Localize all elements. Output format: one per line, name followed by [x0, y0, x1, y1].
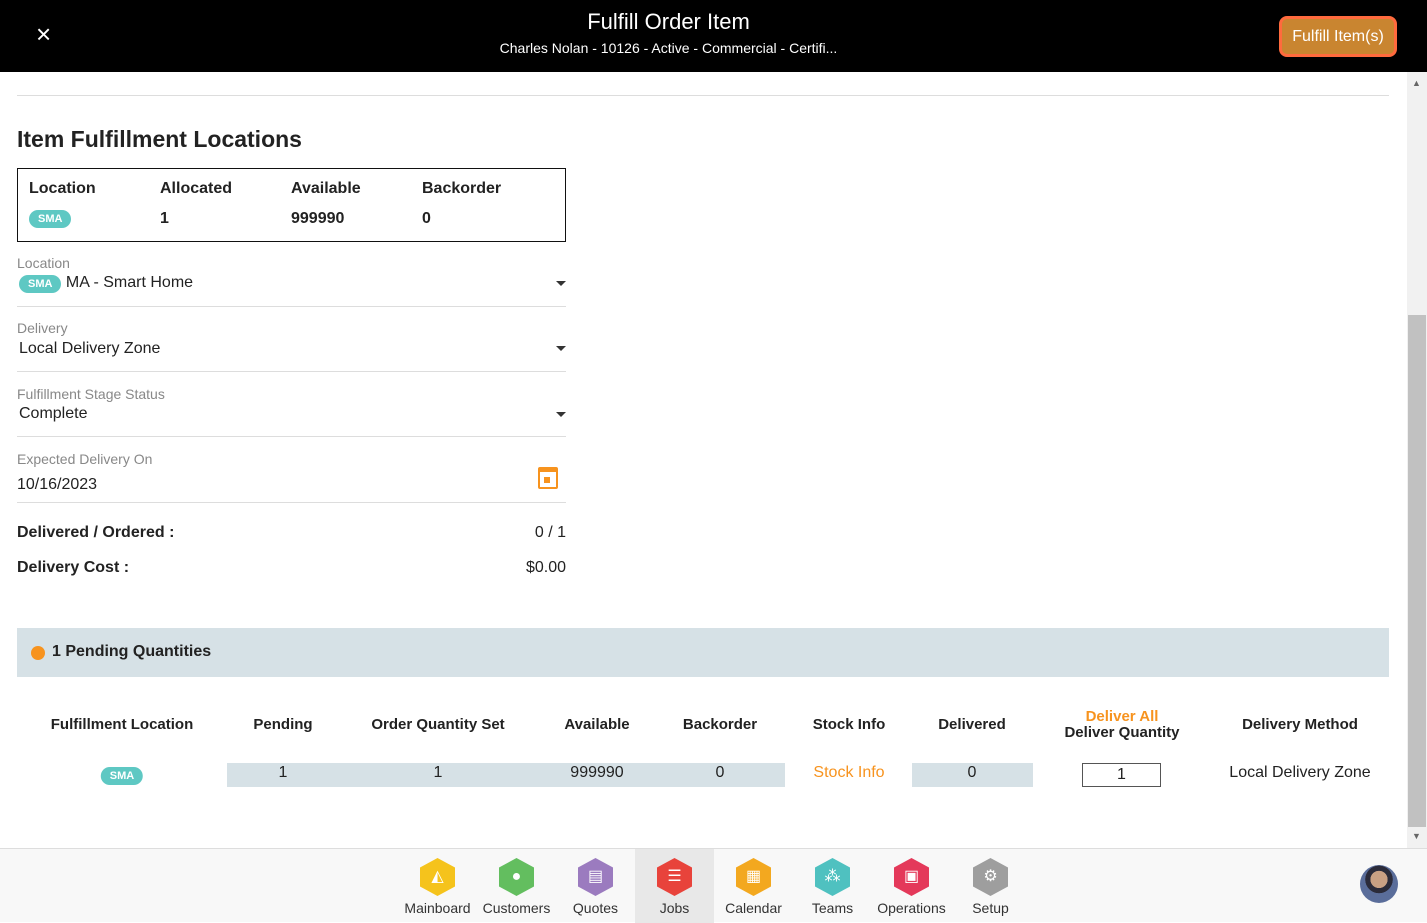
- delivered-ordered-value: 0 / 1: [534, 524, 566, 541]
- stock-info-link[interactable]: Stock Info: [813, 764, 884, 782]
- nav-jobs[interactable]: ☰ Jobs: [635, 849, 714, 923]
- stage-value: Complete: [19, 405, 88, 422]
- location-label: Location: [17, 255, 70, 271]
- expected-value: 10/16/2023: [17, 476, 98, 493]
- page-title: Fulfill Order Item: [587, 9, 750, 34]
- cell-pending: 1: [278, 764, 288, 781]
- summary-available: 999990: [291, 210, 345, 227]
- row-readonly-cells: [227, 763, 785, 787]
- nav-quotes[interactable]: ▤ Quotes: [556, 849, 635, 923]
- chevron-down-icon[interactable]: [556, 281, 566, 286]
- briefcase-icon: ▣: [894, 858, 929, 896]
- quotes-icon: ▤: [578, 858, 613, 896]
- nav-mainboard[interactable]: ◭ Mainboard: [398, 849, 477, 923]
- list-icon: ☰: [657, 858, 692, 896]
- nav-label: Jobs: [659, 900, 690, 916]
- bottom-nav: ◭ Mainboard ● Customers ▤ Quotes ☰ Jobs ▦ Cal…: [0, 848, 1427, 923]
- deliver-quantity-input[interactable]: 1: [1082, 763, 1161, 787]
- col-order-quantity-set: Order Quantity Set: [371, 716, 505, 733]
- cell-order-qty-set: 1: [433, 764, 443, 781]
- section-title: Item Fulfillment Locations: [17, 126, 302, 152]
- col-backorder: Backorder: [682, 716, 758, 733]
- location-select[interactable]: Location SMA MA - Smart Home: [17, 254, 566, 307]
- delivery-value: Local Delivery Zone: [19, 340, 161, 357]
- pending-label: 1 Pending Quantities: [52, 643, 212, 660]
- nav-label: Operations: [877, 900, 946, 916]
- chevron-down-icon[interactable]: [556, 412, 566, 417]
- col-delivery-method: Delivery Method: [1242, 716, 1358, 733]
- nav-label: Mainboard: [404, 900, 471, 916]
- pending-quantities-header: 1 Pending Quantities: [17, 628, 1389, 677]
- cell-delivered: 0: [967, 764, 977, 781]
- fulfill-items-button[interactable]: Fulfill Item(s): [1279, 16, 1397, 57]
- location-badge: SMA: [19, 275, 62, 293]
- page-subtitle: Charles Nolan - 10126 - Active - Commerc…: [499, 40, 838, 56]
- deliver-all-link[interactable]: Deliver All: [1086, 708, 1159, 725]
- location-summary: Location Allocated Available Backorder S…: [17, 168, 566, 242]
- summary-header-location: Location: [29, 180, 96, 197]
- nav-label: Teams: [811, 900, 854, 916]
- location-value: MA - Smart Home: [65, 274, 194, 291]
- summary-allocated: 1: [160, 210, 169, 227]
- nav-setup[interactable]: ⚙ Setup: [951, 849, 1030, 923]
- nav-customers[interactable]: ● Customers: [477, 849, 556, 923]
- cell-available: 999990: [570, 764, 624, 781]
- calendar-icon: ▦: [736, 858, 771, 896]
- col-stock-info: Stock Info: [812, 716, 886, 733]
- col-fulfillment-location: Fulfillment Location: [50, 716, 194, 733]
- stage-status-select[interactable]: Fulfillment Stage Status Complete: [17, 385, 566, 437]
- col-pending: Pending: [253, 716, 313, 733]
- cell-delivery-method: Local Delivery Zone: [1229, 764, 1371, 781]
- nav-teams[interactable]: ⁂ Teams: [793, 849, 872, 923]
- delivery-label: Delivery: [17, 320, 68, 336]
- expected-label: Expected Delivery On: [17, 451, 153, 467]
- nav-label: Customers: [482, 900, 551, 916]
- delivery-cost-value: $0.00: [525, 559, 566, 576]
- nav-calendar[interactable]: ▦ Calendar: [714, 849, 793, 923]
- delivered-ordered-label: Delivered / Ordered :: [17, 524, 175, 541]
- cell-backorder: 0: [715, 764, 725, 781]
- summary-header-allocated: Allocated: [160, 180, 233, 197]
- avatar[interactable]: [1360, 865, 1398, 903]
- scrollbar[interactable]: ▲ ▼: [1407, 72, 1427, 848]
- summary-header-backorder: Backorder: [422, 180, 502, 197]
- scroll-up-icon[interactable]: ▲: [1412, 78, 1421, 88]
- header-bar: × Fulfill Order Item Charles Nolan - 101…: [0, 0, 1427, 72]
- delivery-select[interactable]: Delivery Local Delivery Zone: [17, 319, 566, 372]
- nav-operations[interactable]: ▣ Operations: [872, 849, 951, 923]
- col-deliver-quantity: Deliver Quantity: [1064, 724, 1180, 741]
- status-dot-icon: [31, 646, 45, 660]
- teams-icon: ⁂: [815, 858, 850, 896]
- expected-delivery-input[interactable]: Expected Delivery On 10/16/2023: [17, 450, 566, 503]
- gear-icon: ⚙: [973, 858, 1008, 896]
- nav-label: Setup: [972, 900, 1009, 916]
- divider: [17, 95, 1389, 96]
- nav-label: Quotes: [572, 900, 619, 916]
- location-badge: SMA: [100, 767, 144, 785]
- stage-label: Fulfillment Stage Status: [17, 386, 165, 402]
- col-delivered: Delivered: [938, 716, 1006, 733]
- calendar-icon[interactable]: [538, 467, 558, 489]
- scrollbar-thumb[interactable]: [1408, 315, 1426, 827]
- col-available: Available: [564, 716, 630, 733]
- chevron-down-icon[interactable]: [556, 346, 566, 351]
- scroll-down-icon[interactable]: ▼: [1412, 831, 1421, 841]
- delivery-cost-label: Delivery Cost :: [17, 559, 130, 576]
- summary-backorder: 0: [422, 210, 431, 227]
- nav-label: Calendar: [725, 900, 782, 916]
- summary-header-available: Available: [291, 180, 361, 197]
- location-badge: SMA: [29, 210, 72, 228]
- user-icon: ●: [499, 858, 534, 896]
- mainboard-icon: ◭: [420, 858, 455, 896]
- main-content: Item Fulfillment Locations Location Allo…: [0, 72, 1407, 848]
